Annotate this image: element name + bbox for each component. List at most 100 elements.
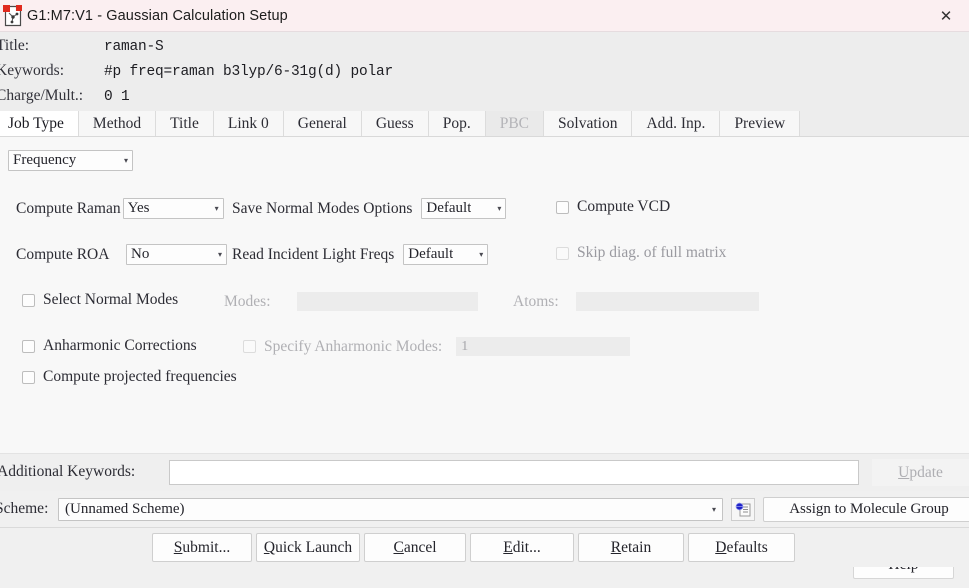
tab-label: General — [297, 115, 347, 132]
job-type-panel: Frequency ▾ Compute Raman Yes ▾ Save Nor… — [0, 137, 969, 579]
header-title-label: Title: — [0, 37, 30, 54]
save-normal-modes-row: Save Normal Modes Options Default ▾ — [232, 198, 507, 219]
tab-link-0[interactable]: Link 0 — [213, 111, 284, 136]
job-type-combo-value: Frequency — [13, 152, 77, 168]
accel-letter: D — [715, 538, 727, 556]
specify-anharmonic-modes-row[interactable]: Specify Anharmonic Modes: 1 — [243, 337, 631, 356]
additional-keywords-label: Additional Keywords: — [0, 463, 136, 480]
header-charge-value: 0 1 — [104, 89, 130, 105]
accel-letter: C — [393, 538, 404, 556]
button-label-rest: etain — [621, 538, 652, 556]
scheme-combo[interactable]: (Unnamed Scheme) ▾ — [58, 498, 723, 521]
window-title: G1:M7:V1 - Gaussian Calculation Setup — [27, 7, 288, 24]
tab-pbc: PBC — [485, 111, 545, 136]
calculation-header: Title: raman-S Keywords: #p freq=raman b3l… — [0, 32, 969, 110]
compute-roa-row: Compute ROA No ▾ — [16, 244, 227, 265]
anharmonic-corrections-checkbox[interactable] — [22, 339, 35, 353]
modes-field-row: Modes: — [224, 292, 478, 311]
read-incident-light-value: Default — [408, 246, 454, 262]
atoms-field-row: Atoms: — [513, 292, 759, 311]
tab-label: Method — [92, 115, 142, 132]
modes-label: Modes: — [224, 292, 271, 310]
gaussian-calculation-setup-window: G1:M7:V1 - Gaussian Calculation Setup ✕ … — [0, 0, 969, 588]
accel-letter: Q — [263, 538, 276, 556]
accel-letter: R — [610, 538, 622, 556]
header-title-value: raman-S — [104, 39, 164, 55]
header-keywords-value: #p freq=raman b3lyp/6-31g(d) polar — [104, 64, 394, 80]
tab-label: Solvation — [558, 115, 618, 132]
titlebar: G1:M7:V1 - Gaussian Calculation Setup ✕ — [0, 0, 969, 32]
compute-projected-checkbox[interactable] — [22, 370, 35, 384]
globe-document-icon[interactable] — [731, 498, 755, 521]
tab-title[interactable]: Title — [156, 111, 214, 136]
tab-job-type[interactable]: Job Type — [0, 111, 79, 136]
accel-letter: E — [503, 538, 513, 556]
save-normal-modes-combo[interactable]: Default ▾ — [421, 198, 507, 219]
bottom-button-bar: Submit... Quick Launch Cancel Edit... Retain… — [0, 528, 969, 567]
button-label-rest: uick Launch — [275, 538, 353, 556]
edit-button[interactable]: Edit... — [470, 533, 574, 562]
chevron-down-icon: ▾ — [123, 155, 128, 165]
compute-roa-combo[interactable]: No ▾ — [126, 244, 227, 265]
job-type-combo[interactable]: Frequency ▾ — [8, 150, 133, 171]
tab-guess[interactable]: Guess — [361, 111, 429, 136]
skip-diag-row[interactable]: Skip diag. of full matrix — [556, 244, 726, 262]
tab-preview[interactable]: Preview — [720, 111, 801, 136]
chevron-down-icon: ▾ — [497, 203, 502, 213]
tab-label: Add. Inp. — [646, 115, 706, 132]
submit-button[interactable]: Submit... — [152, 533, 252, 562]
molecule-document-icon — [3, 4, 23, 27]
assign-to-molecule-group-button[interactable]: Assign to Molecule Group — [763, 497, 969, 522]
read-incident-light-combo[interactable]: Default ▾ — [403, 244, 489, 265]
tab-label: Title — [170, 115, 199, 132]
chevron-down-icon: ▾ — [214, 203, 219, 213]
select-normal-modes-checkbox[interactable] — [22, 293, 35, 307]
scheme-bar: Scheme: (Unnamed Scheme) ▾ Assign to Mol… — [0, 491, 969, 528]
compute-raman-value: Yes — [127, 200, 150, 216]
atoms-label: Atoms: — [513, 292, 559, 310]
compute-vcd-label: Compute VCD — [577, 198, 671, 215]
chevron-down-icon: ▾ — [711, 504, 716, 514]
button-label-rest: ancel — [403, 538, 437, 556]
compute-vcd-checkbox[interactable] — [556, 200, 569, 214]
quick-launch-button[interactable]: Quick Launch — [256, 533, 360, 562]
tab-label: Job Type — [8, 115, 64, 132]
header-keywords-row: Keywords: #p freq=raman b3lyp/6-31g(d) po… — [0, 62, 393, 80]
close-icon[interactable]: ✕ — [923, 0, 969, 31]
save-normal-modes-value: Default — [426, 200, 472, 216]
update-accel: U — [898, 463, 910, 481]
header-charge-row: Charge/Mult.: 0 1 — [0, 87, 130, 105]
compute-projected-row[interactable]: Compute projected frequencies — [22, 368, 237, 386]
anharmonic-corrections-row[interactable]: Anharmonic Corrections — [22, 337, 197, 355]
tab-label: PBC — [499, 115, 530, 132]
tab-label: Pop. — [442, 115, 471, 132]
skip-diag-checkbox[interactable] — [556, 246, 569, 260]
tab-method[interactable]: Method — [78, 111, 157, 136]
tab-label: Link 0 — [227, 115, 269, 132]
defaults-button[interactable]: Defaults — [688, 533, 795, 562]
compute-vcd-row[interactable]: Compute VCD — [556, 198, 670, 216]
tab-add-inp[interactable]: Add. Inp. — [632, 111, 721, 136]
header-keywords-label: Keywords: — [0, 62, 65, 79]
accel-letter: S — [173, 538, 183, 556]
tab-general[interactable]: General — [283, 111, 362, 136]
job-type-combo-row: Frequency ▾ — [8, 150, 133, 171]
specify-anharmonic-modes-input[interactable]: 1 — [456, 337, 631, 356]
update-button[interactable]: Update — [872, 459, 969, 486]
additional-keywords-input[interactable] — [169, 460, 859, 485]
compute-roa-value: No — [131, 246, 150, 262]
tab-solvation[interactable]: Solvation — [544, 111, 633, 136]
specify-anharmonic-modes-checkbox[interactable] — [243, 340, 256, 353]
retain-button[interactable]: Retain — [578, 533, 684, 562]
header-charge-label: Charge/Mult.: — [0, 87, 84, 104]
button-label-rest: efaults — [726, 538, 768, 556]
modes-input[interactable] — [296, 292, 478, 311]
chevron-down-icon: ▾ — [479, 249, 484, 259]
select-normal-modes-row[interactable]: Select Normal Modes — [22, 291, 178, 309]
atoms-input[interactable] — [575, 292, 759, 311]
tabstrip: Job Type Method Title Link 0 General Guess Pop… — [0, 110, 969, 137]
tab-pop[interactable]: Pop. — [428, 111, 486, 136]
cancel-button[interactable]: Cancel — [364, 533, 466, 562]
specify-anharmonic-modes-label: Specify Anharmonic Modes: — [264, 337, 443, 355]
compute-raman-combo[interactable]: Yes ▾ — [122, 198, 224, 219]
